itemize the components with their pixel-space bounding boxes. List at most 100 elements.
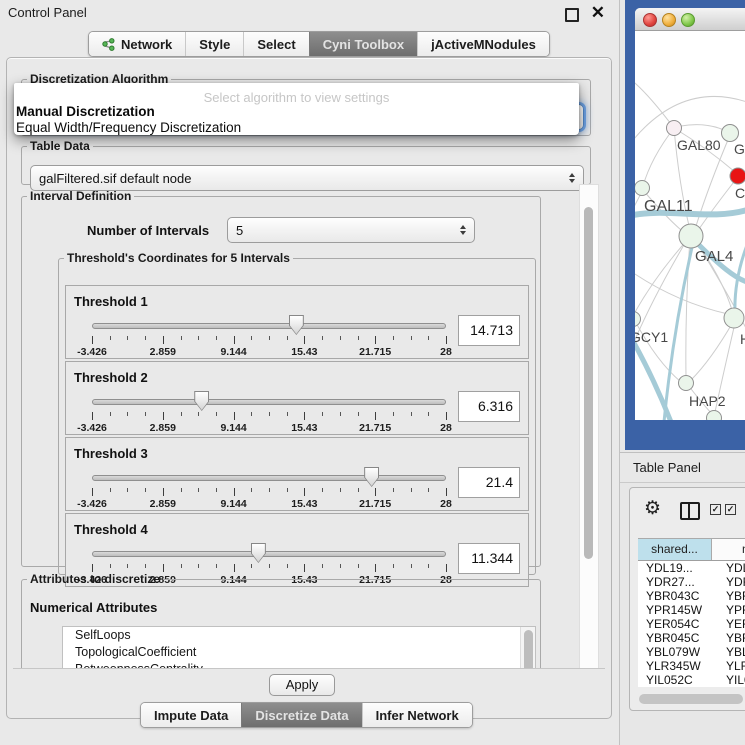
network-node[interactable] <box>635 181 650 196</box>
tab-select[interactable]: Select <box>243 32 308 56</box>
network-window-titlebar <box>635 8 745 31</box>
threshold-value-field[interactable]: 14.713 <box>458 315 520 346</box>
network-node[interactable] <box>635 312 641 327</box>
network-icon <box>102 38 115 51</box>
attribute-list-item[interactable]: BetweennessCentrality <box>63 661 535 669</box>
network-edge[interactable] <box>691 322 733 380</box>
attributes-group-title: Attributes to discretize <box>27 572 163 586</box>
close-traffic-light-icon[interactable] <box>643 13 657 27</box>
tab-impute-data[interactable]: Impute Data <box>141 703 241 727</box>
table-row[interactable]: YDL19...YDL1 <box>638 561 745 575</box>
network-canvas[interactable]: GAL80GALCGAL11GAL4GCY1HAHAP2 <box>635 30 745 420</box>
table-row[interactable]: YDR27...YDR2 <box>638 575 745 589</box>
threshold-label: Threshold 4 <box>66 514 528 538</box>
slider-tick <box>322 412 323 416</box>
threshold-value-field[interactable]: 6.316 <box>458 391 520 422</box>
table-panel: ⚙ ✓ ✓ shared...naYDL19...YDL1YDR27...YDR… <box>629 487 745 711</box>
column-header[interactable]: shared... <box>638 539 712 560</box>
slider-tick <box>446 564 447 572</box>
apply-button[interactable]: Apply <box>269 674 335 696</box>
cyni-toolbox-panel: Discretization Algorithm Select algorith… <box>6 57 612 719</box>
network-node[interactable] <box>722 125 739 142</box>
slider-handle[interactable] <box>251 543 266 563</box>
table-row[interactable]: YPR145WYPR1 <box>638 603 745 617</box>
threshold-value-field[interactable]: 21.4 <box>458 467 520 498</box>
slider-tick <box>375 488 376 496</box>
threshold-slider[interactable]: -3.4262.8599.14415.4321.71528 <box>92 310 446 356</box>
slider-tick <box>411 412 412 416</box>
table-cell: YBL079W <box>638 645 720 659</box>
slider-tick <box>251 412 252 416</box>
table-row[interactable]: YLR345WYLR3 <box>638 659 745 673</box>
network-edge[interactable] <box>699 178 737 229</box>
scrollbar-thumb[interactable] <box>639 694 743 704</box>
table-data-group-title: Table Data <box>27 139 93 153</box>
slider-track <box>92 475 446 481</box>
slider-tick <box>181 336 182 340</box>
slider-tick <box>322 564 323 568</box>
slider-tick-label: 2.859 <box>150 346 176 358</box>
scrollbar-thumb[interactable] <box>584 207 593 559</box>
algorithm-option-equal-width[interactable]: Equal Width/Frequency Discretization <box>16 120 241 135</box>
slider-handle[interactable] <box>289 315 304 335</box>
slider-tick <box>216 336 217 340</box>
settings-vertical-scrollbar[interactable] <box>579 184 599 669</box>
slider-tick <box>251 488 252 492</box>
columns-icon[interactable] <box>680 502 700 520</box>
tab-jactivemnodules[interactable]: jActiveMNodules <box>417 32 549 56</box>
threshold-slider[interactable]: -3.4262.8599.14415.4321.71528 <box>92 462 446 508</box>
network-edge[interactable] <box>681 125 724 130</box>
table-row[interactable]: YER054CYER0 <box>638 617 745 631</box>
gear-icon[interactable]: ⚙ <box>644 498 661 520</box>
table-cell: YBR0 <box>720 589 745 603</box>
network-edge[interactable] <box>643 128 674 186</box>
tab-cyni-toolbox[interactable]: Cyni Toolbox <box>309 32 417 56</box>
attribute-list-item[interactable]: SelfLoops <box>63 627 535 644</box>
numerical-attributes-list[interactable]: SelfLoopsTopologicalCoefficientBetweenne… <box>62 626 536 669</box>
tab-infer-network[interactable]: Infer Network <box>362 703 472 727</box>
table-cell: YIL0 <box>720 673 745 687</box>
close-window-icon[interactable]: ✕ <box>591 3 605 23</box>
slider-tick-label: 9.144 <box>220 346 246 358</box>
tab-network[interactable]: Network <box>89 32 185 56</box>
select-all-checkbox-icon[interactable]: ✓ <box>725 504 736 515</box>
network-node[interactable] <box>707 411 722 421</box>
tab-discretize-data[interactable]: Discretize Data <box>241 703 361 727</box>
select-all-checkbox-icon[interactable]: ✓ <box>710 504 721 515</box>
minimize-traffic-light-icon[interactable] <box>662 13 676 27</box>
table-row[interactable]: YBR045CYBR0 <box>638 631 745 645</box>
threshold-value-field[interactable]: 11.344 <box>458 543 520 574</box>
network-node[interactable] <box>679 224 703 248</box>
threshold-label: Threshold 1 <box>66 286 528 310</box>
tab-label: Discretize Data <box>255 708 348 723</box>
num-intervals-combobox[interactable]: 5 <box>227 217 475 243</box>
slider-handle[interactable] <box>194 391 209 411</box>
network-edge[interactable] <box>635 78 674 128</box>
attribute-list-item[interactable]: TopologicalCoefficient <box>63 644 535 661</box>
table-horizontal-scrollbar[interactable] <box>638 693 744 705</box>
network-view-window: GAL80GALCGAL11GAL4GCY1HAHAP2 <box>635 8 745 420</box>
table-row[interactable]: YIL052CYIL0 <box>638 673 745 687</box>
algorithm-popup-hint: Select algorithm to view settings <box>14 90 579 105</box>
float-window-icon[interactable] <box>565 8 579 22</box>
table-header-row: shared...na <box>638 538 745 561</box>
network-node[interactable] <box>679 376 694 391</box>
network-node-label: GAL80 <box>677 137 721 153</box>
network-node-label: C <box>735 185 745 201</box>
network-node[interactable] <box>667 121 682 136</box>
column-header[interactable]: na <box>712 539 745 560</box>
table-row[interactable]: YBR043CYBR0 <box>638 589 745 603</box>
threshold-slider[interactable]: -3.4262.8599.14415.4321.71528 <box>92 386 446 432</box>
table-cell: YBR045C <box>638 631 720 645</box>
algorithm-option-manual[interactable]: Manual Discretization <box>16 104 155 119</box>
network-node[interactable] <box>724 308 744 328</box>
zoom-traffic-light-icon[interactable] <box>681 13 695 27</box>
scrollbar-thumb[interactable] <box>524 630 533 669</box>
table-row[interactable]: YBL079WYBL0 <box>638 645 745 659</box>
slider-tick <box>234 564 235 572</box>
tab-style[interactable]: Style <box>185 32 243 56</box>
slider-tick <box>269 336 270 340</box>
attributes-list-scrollbar[interactable] <box>520 627 535 669</box>
network-node[interactable] <box>730 168 745 184</box>
slider-handle[interactable] <box>364 467 379 487</box>
